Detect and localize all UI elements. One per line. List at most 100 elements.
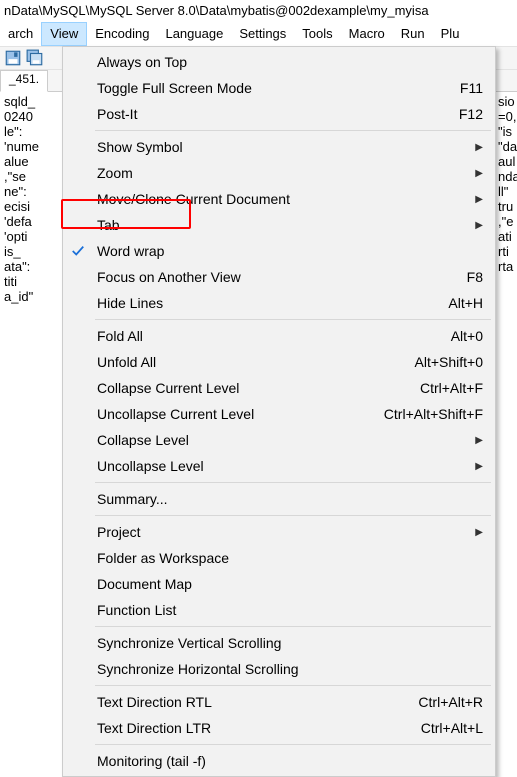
menu-item-word-wrap[interactable]: Word wrap (65, 238, 493, 264)
menu-item-text-direction-ltr[interactable]: Text Direction LTRCtrl+Alt+L (65, 715, 493, 741)
editor-area-right[interactable]: sio=0,"is"daaulndall"tru,"eatirtirta (494, 92, 517, 734)
editor-line: ,"se (4, 169, 58, 184)
menu-item-shortcut: Alt+H (448, 295, 483, 311)
menu-item-unfold-all[interactable]: Unfold AllAlt+Shift+0 (65, 349, 493, 375)
menu-settings[interactable]: Settings (231, 22, 294, 46)
menu-item-move-clone-current-document[interactable]: Move/Clone Current Document▶ (65, 186, 493, 212)
menu-item-monitoring-tail-f[interactable]: Monitoring (tail -f) (65, 748, 493, 774)
editor-line: rti (498, 244, 513, 259)
menu-item-collapse-level[interactable]: Collapse Level▶ (65, 427, 493, 453)
menu-item-label: Toggle Full Screen Mode (97, 80, 460, 96)
chevron-right-icon: ▶ (473, 461, 483, 472)
editor-line: le": (4, 124, 58, 139)
chevron-right-icon: ▶ (473, 527, 483, 538)
menu-item-function-list[interactable]: Function List (65, 597, 493, 623)
menu-item-post-it[interactable]: Post-ItF12 (65, 101, 493, 127)
chevron-right-icon: ▶ (473, 142, 483, 153)
menu-item-label: Uncollapse Current Level (97, 406, 384, 422)
menu-item-document-map[interactable]: Document Map (65, 571, 493, 597)
menu-item-label: Summary... (97, 491, 483, 507)
menu-macro[interactable]: Macro (341, 22, 393, 46)
menu-run[interactable]: Run (393, 22, 433, 46)
menu-item-text-direction-rtl[interactable]: Text Direction RTLCtrl+Alt+R (65, 689, 493, 715)
editor-line: sqld_ (4, 94, 58, 109)
menu-item-label: Document Map (97, 576, 483, 592)
menu-item-shortcut: Alt+0 (451, 328, 483, 344)
editor-line: 'defa (4, 214, 58, 229)
menu-plu[interactable]: Plu (433, 22, 468, 46)
chevron-right-icon: ▶ (473, 168, 483, 179)
editor-line: 'nume (4, 139, 58, 154)
editor-line: ll" (498, 184, 513, 199)
menu-item-collapse-current-level[interactable]: Collapse Current LevelCtrl+Alt+F (65, 375, 493, 401)
menu-tools[interactable]: Tools (294, 22, 340, 46)
chevron-right-icon: ▶ (473, 194, 483, 205)
menu-item-shortcut: Ctrl+Alt+Shift+F (384, 406, 483, 422)
editor-line: aul (498, 154, 513, 169)
editor-line: ne": (4, 184, 58, 199)
menu-item-shortcut: Ctrl+Alt+F (420, 380, 483, 396)
menu-item-label: Synchronize Horizontal Scrolling (97, 661, 483, 677)
menu-item-show-symbol[interactable]: Show Symbol▶ (65, 134, 493, 160)
menu-item-uncollapse-current-level[interactable]: Uncollapse Current LevelCtrl+Alt+Shift+F (65, 401, 493, 427)
menu-item-label: Synchronize Vertical Scrolling (97, 635, 483, 651)
menu-item-label: Focus on Another View (97, 269, 467, 285)
save-all-icon[interactable] (26, 49, 44, 67)
editor-line: 'opti (4, 229, 58, 244)
tab-label: _451. (9, 72, 39, 86)
editor-area[interactable]: sqld_0240le":'numealue,"sene":ecisi'defa… (0, 92, 62, 734)
menu-item-focus-on-another-view[interactable]: Focus on Another ViewF8 (65, 264, 493, 290)
editor-line: tru (498, 199, 513, 214)
menu-item-toggle-full-screen-mode[interactable]: Toggle Full Screen ModeF11 (65, 75, 493, 101)
menu-item-uncollapse-level[interactable]: Uncollapse Level▶ (65, 453, 493, 479)
menu-item-label: Word wrap (97, 243, 483, 259)
editor-line: "is (498, 124, 513, 139)
menu-item-label: Monitoring (tail -f) (97, 753, 483, 769)
editor-line: rta (498, 259, 513, 274)
menu-item-shortcut: Ctrl+Alt+R (418, 694, 483, 710)
save-icon[interactable] (4, 49, 22, 67)
menu-encoding[interactable]: Encoding (87, 22, 157, 46)
menu-item-label: Folder as Workspace (97, 550, 483, 566)
menu-separator (95, 626, 491, 627)
editor-line: sio (498, 94, 513, 109)
menu-item-hide-lines[interactable]: Hide LinesAlt+H (65, 290, 493, 316)
menu-item-shortcut: F11 (460, 80, 483, 96)
editor-line: ata": (4, 259, 58, 274)
menu-item-fold-all[interactable]: Fold AllAlt+0 (65, 323, 493, 349)
check-icon (71, 244, 87, 258)
menu-item-label: Project (97, 524, 473, 540)
chevron-right-icon: ▶ (473, 435, 483, 446)
menu-item-label: Hide Lines (97, 295, 448, 311)
menu-item-shortcut: F12 (459, 106, 483, 122)
editor-line: titi (4, 274, 58, 289)
document-tab[interactable]: _451. (0, 70, 48, 92)
menu-separator (95, 482, 491, 483)
editor-line: nda (498, 169, 513, 184)
menu-item-zoom[interactable]: Zoom▶ (65, 160, 493, 186)
menu-item-label: Fold All (97, 328, 451, 344)
menu-language[interactable]: Language (157, 22, 231, 46)
menu-item-folder-as-workspace[interactable]: Folder as Workspace (65, 545, 493, 571)
editor-line: a_id" (4, 289, 58, 304)
menu-item-tab[interactable]: Tab▶ (65, 212, 493, 238)
menu-item-always-on-top[interactable]: Always on Top (65, 49, 493, 75)
menu-arch[interactable]: arch (0, 22, 41, 46)
menu-separator (95, 130, 491, 131)
menu-item-label: Text Direction RTL (97, 694, 418, 710)
editor-line: 0240 (4, 109, 58, 124)
menu-view[interactable]: View (41, 22, 87, 46)
menu-item-label: Collapse Level (97, 432, 473, 448)
menu-item-project[interactable]: Project▶ (65, 519, 493, 545)
chevron-right-icon: ▶ (473, 220, 483, 231)
title-bar: nData\MySQL\MySQL Server 8.0\Data\mybati… (0, 0, 517, 22)
menu-separator (95, 515, 491, 516)
menu-item-label: Tab (97, 217, 473, 233)
menu-item-synchronize-vertical-scrolling[interactable]: Synchronize Vertical Scrolling (65, 630, 493, 656)
menu-separator (95, 319, 491, 320)
menu-item-synchronize-horizontal-scrolling[interactable]: Synchronize Horizontal Scrolling (65, 656, 493, 682)
menu-item-summary[interactable]: Summary... (65, 486, 493, 512)
editor-line: =0, (498, 109, 513, 124)
editor-line: is_ (4, 244, 58, 259)
menu-item-label: Collapse Current Level (97, 380, 420, 396)
